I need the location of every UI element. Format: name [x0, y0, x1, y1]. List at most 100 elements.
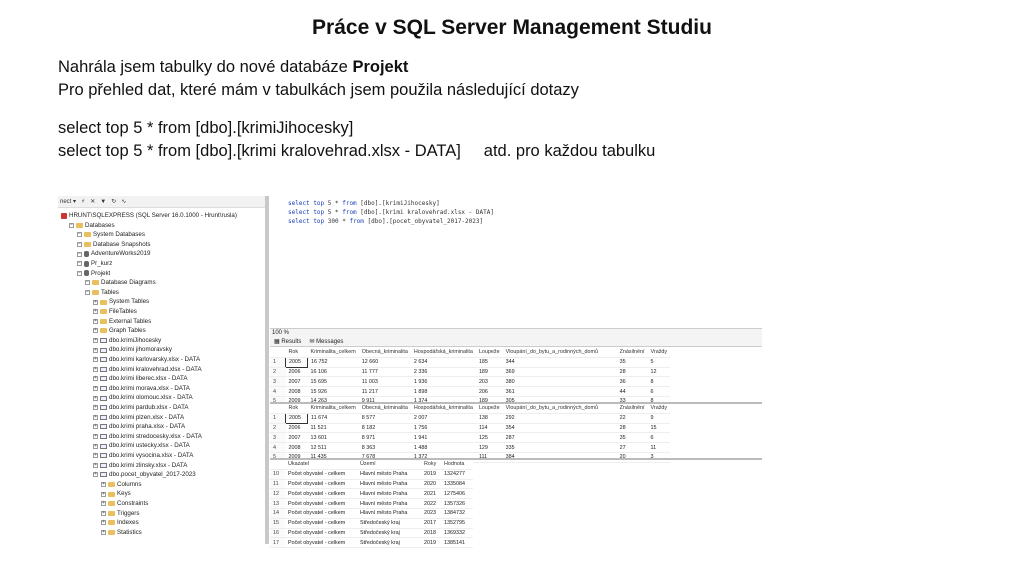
table-row[interactable]: 4 2008 15 926 11 217 1 898 206 361 44 6: [270, 386, 671, 397]
column-header[interactable]: Hodnota: [441, 460, 473, 470]
tree-node[interactable]: + dbo.krimi olomouc.xlsx - DATA: [93, 393, 193, 402]
column-header[interactable]: Vloupání_do_bytu_a_rodinných_domů: [502, 348, 617, 358]
row-number[interactable]: 15: [270, 518, 285, 529]
table-cell[interactable]: 1357326: [441, 498, 473, 509]
table-cell[interactable]: 2008: [285, 386, 308, 397]
expand-toggle-icon[interactable]: +: [101, 481, 106, 487]
row-number[interactable]: 1: [270, 413, 286, 424]
table-cell[interactable]: 8 577: [358, 413, 411, 424]
table-cell[interactable]: Počet obyvatel - celkem: [285, 508, 357, 519]
table-cell[interactable]: 114: [475, 423, 503, 434]
tab-results[interactable]: ▦ Results: [274, 337, 301, 346]
code-line[interactable]: select top 300 * from [dbo].[pocet_obyva…: [288, 218, 483, 225]
connect-button[interactable]: nect ▾: [60, 198, 76, 205]
tree-node[interactable]: + dbo.krimi kralovehrad.xlsx - DATA: [93, 365, 202, 374]
table-cell[interactable]: 1 488: [410, 442, 476, 453]
table-cell[interactable]: 6: [647, 386, 671, 397]
table-row[interactable]: 11 Počet obyvatel - celkem Hlavní město Pr…: [270, 479, 473, 490]
tree-node[interactable]: + Triggers: [101, 509, 139, 518]
expand-toggle-icon[interactable]: −: [77, 241, 82, 247]
table-cell[interactable]: 2021: [421, 488, 441, 500]
table-row[interactable]: 2 2006 11 521 8 182 1 756 114 354 28 15: [270, 423, 671, 434]
expand-toggle-icon[interactable]: −: [85, 289, 90, 295]
column-header[interactable]: Obecná_kriminalita: [358, 348, 411, 358]
tree-node[interactable]: + dbo.krimi vysocina.xlsx - DATA: [93, 451, 193, 460]
table-row[interactable]: 17 Počet obyvatel - celkem Středočeský kra…: [270, 537, 473, 549]
column-header[interactable]: Rok: [285, 404, 308, 414]
results-grid-2[interactable]: Rok Kriminalita_celkem Obecná_kriminalita H…: [270, 404, 762, 463]
table-cell[interactable]: 2 007: [410, 413, 476, 424]
tree-node[interactable]: + dbo.krimi praha.xlsx - DATA: [93, 422, 185, 431]
column-header[interactable]: Vloupání_do_bytu_a_rodinných_domů: [502, 404, 617, 414]
results-grid-1[interactable]: Rok Kriminalita_celkem Obecná_kriminalita H…: [270, 348, 762, 407]
table-cell[interactable]: 5: [647, 357, 671, 368]
table-cell[interactable]: 13 601: [307, 432, 359, 444]
column-header[interactable]: Vraždy: [647, 348, 671, 358]
row-number[interactable]: 4: [270, 442, 286, 453]
table-cell[interactable]: 2007: [285, 432, 308, 444]
table-row[interactable]: 16 Počet obyvatel - celkem Středočeský kra…: [270, 528, 473, 539]
table-cell[interactable]: 44: [616, 386, 648, 397]
tree-node[interactable]: + Indexes: [101, 518, 139, 527]
tree-node[interactable]: + dbo.krimi jihomoravsky: [93, 345, 172, 354]
tree-node[interactable]: + dbo.krimi ustecky.xlsx - DATA: [93, 441, 190, 450]
expand-toggle-icon[interactable]: −: [77, 261, 82, 267]
expand-toggle-icon[interactable]: +: [93, 299, 98, 305]
expand-toggle-icon[interactable]: −: [85, 280, 90, 286]
tab-messages[interactable]: ✉ Messages: [309, 337, 343, 346]
expand-toggle-icon[interactable]: +: [93, 414, 98, 420]
expand-toggle-icon[interactable]: +: [101, 529, 106, 535]
table-cell[interactable]: 2022: [421, 498, 441, 509]
table-cell[interactable]: 8 363: [358, 442, 411, 453]
expand-toggle-icon[interactable]: +: [93, 453, 98, 459]
table-cell[interactable]: 1 898: [410, 386, 476, 397]
row-number[interactable]: 10: [270, 469, 285, 480]
table-cell[interactable]: Hlavní město Praha: [357, 498, 421, 509]
row-number[interactable]: 4: [270, 386, 286, 397]
disconnect-icon[interactable]: ✕: [90, 198, 95, 205]
row-number[interactable]: 13: [270, 498, 285, 509]
table-cell[interactable]: 2 634: [410, 357, 476, 368]
tree-node[interactable]: + dbo.pocet_obyvatel_2017-2023: [93, 470, 196, 479]
tree-node[interactable]: + dbo.krimiJihocesky: [93, 336, 161, 345]
table-cell[interactable]: 1385141: [441, 537, 473, 549]
table-cell[interactable]: 292: [502, 413, 617, 424]
table-cell[interactable]: 2005: [285, 412, 308, 424]
table-cell[interactable]: 27: [616, 442, 648, 453]
expand-toggle-icon[interactable]: +: [93, 443, 98, 449]
expand-toggle-icon[interactable]: +: [93, 328, 98, 334]
table-cell[interactable]: Hlavní město Praha: [357, 469, 421, 480]
code-line[interactable]: select top 5 * from [dbo].[krimi kralove…: [288, 209, 494, 216]
table-cell[interactable]: Středočeský kraj: [357, 518, 421, 529]
expand-toggle-icon[interactable]: +: [93, 472, 98, 478]
column-header[interactable]: Kriminalita_celkem: [307, 348, 359, 358]
table-cell[interactable]: 1 756: [410, 423, 476, 434]
expand-toggle-icon[interactable]: +: [93, 337, 98, 343]
tree-node[interactable]: + Keys: [101, 489, 131, 498]
table-cell[interactable]: 206: [475, 386, 503, 397]
table-cell[interactable]: 1335084: [441, 479, 473, 490]
table-cell[interactable]: 8 971: [358, 432, 411, 444]
column-header[interactable]: Vraždy: [647, 404, 671, 414]
table-cell[interactable]: 2020: [421, 479, 441, 490]
table-cell[interactable]: 354: [502, 423, 617, 434]
activity-icon[interactable]: ∿: [121, 198, 126, 205]
table-cell[interactable]: 11 674: [307, 413, 359, 424]
table-cell[interactable]: Počet obyvatel - celkem: [285, 498, 357, 509]
table-row[interactable]: 1 2005 11 674 8 577 2 007 138 292 22 9: [270, 412, 671, 424]
table-cell[interactable]: 36: [616, 376, 648, 388]
table-cell[interactable]: 2017: [421, 518, 441, 529]
table-cell[interactable]: 15 695: [307, 376, 359, 388]
table-cell[interactable]: 129: [475, 442, 503, 453]
column-header[interactable]: Hospodářská_kriminalita: [410, 404, 476, 414]
row-number[interactable]: 2: [270, 367, 286, 378]
tree-node[interactable]: + Constraints: [101, 499, 148, 508]
tree-node[interactable]: + External Tables: [93, 317, 151, 326]
table-cell[interactable]: 1352795: [441, 518, 473, 529]
table-cell[interactable]: 287: [502, 432, 617, 444]
column-header[interactable]: Území: [357, 460, 421, 470]
column-header[interactable]: Kriminalita_celkem: [307, 404, 359, 414]
table-cell[interactable]: 28: [616, 423, 648, 434]
table-row[interactable]: 12 Počet obyvatel - celkem Hlavní město Pr…: [270, 488, 473, 500]
expand-toggle-icon[interactable]: +: [93, 318, 98, 324]
